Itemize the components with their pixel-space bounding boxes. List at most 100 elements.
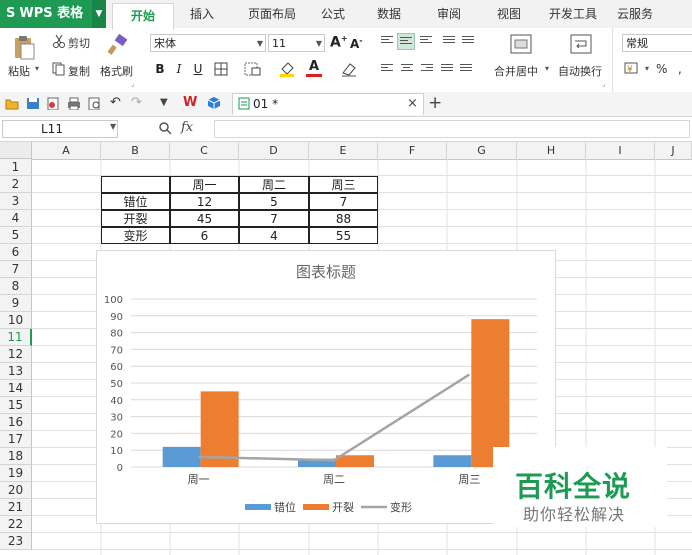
menu-tab-6[interactable]: 视图 [489, 0, 529, 28]
cut-button[interactable]: 剪切 [68, 35, 90, 51]
menu-tab-2[interactable]: 页面布局 [238, 0, 306, 28]
formula-input[interactable] [214, 120, 690, 138]
increase-indent-icon[interactable] [462, 36, 474, 46]
number-format-select[interactable]: 常规 [622, 34, 692, 52]
name-box-dropdown-icon[interactable]: ▼ [110, 122, 116, 131]
select-all-corner[interactable] [0, 142, 32, 159]
menu-tab-0[interactable]: 开始 [112, 3, 174, 30]
row-header-5[interactable]: 5 [0, 227, 32, 244]
print-icon[interactable] [67, 97, 81, 110]
currency-icon[interactable]: ¥ [624, 61, 642, 77]
row-header-18[interactable]: 18 [0, 448, 32, 465]
table-cell[interactable]: 12 [170, 193, 239, 210]
border-icon[interactable] [214, 62, 230, 76]
align-center-icon[interactable] [401, 64, 413, 74]
menu-tab-1[interactable]: 插入 [183, 0, 221, 28]
table-header-cell[interactable]: 周二 [239, 176, 309, 193]
align-left-icon[interactable] [381, 64, 393, 74]
underline-button[interactable]: U [190, 61, 206, 77]
row-header-8[interactable]: 8 [0, 278, 32, 295]
font-size-select[interactable]: 11 ▼ [268, 34, 325, 52]
table-cell[interactable]: 7 [309, 193, 378, 210]
row-header-17[interactable]: 17 [0, 431, 32, 448]
clear-format-icon[interactable] [340, 61, 358, 77]
row-header-20[interactable]: 20 [0, 482, 32, 499]
save-icon[interactable] [26, 97, 40, 110]
paste-dropdown-icon[interactable]: ▾ [35, 64, 39, 73]
row-header-13[interactable]: 13 [0, 363, 32, 380]
menu-tab-8[interactable]: 云服务 [612, 0, 658, 28]
copy-button[interactable]: 复制 [68, 63, 90, 79]
row-header-16[interactable]: 16 [0, 414, 32, 431]
row-header-14[interactable]: 14 [0, 380, 32, 397]
row-header-22[interactable]: 22 [0, 516, 32, 533]
table-cell[interactable]: 开裂 [101, 210, 170, 227]
table-cell[interactable]: 错位 [101, 193, 170, 210]
table-header-cell[interactable] [101, 176, 170, 193]
bold-button[interactable]: B [152, 61, 168, 77]
row-header-23[interactable]: 23 [0, 533, 32, 550]
wps-doc-logo-icon[interactable]: W [183, 95, 197, 110]
customize-dropdown-icon[interactable]: ▼ [160, 97, 168, 108]
column-header-F[interactable]: F [378, 142, 447, 159]
row-header-7[interactable]: 7 [0, 261, 32, 278]
print-preview-icon[interactable] [88, 97, 102, 110]
row-header-12[interactable]: 12 [0, 346, 32, 363]
merge-dropdown-icon[interactable]: ▾ [545, 64, 549, 73]
row-header-3[interactable]: 3 [0, 193, 32, 210]
wps-app-button[interactable]: S WPS 表格 [0, 0, 92, 28]
redo-icon[interactable]: ↷ [131, 95, 142, 110]
currency-dropdown-icon[interactable]: ▾ [645, 64, 649, 73]
justify-icon[interactable] [441, 64, 453, 74]
thousands-separator-icon[interactable]: , [678, 62, 682, 76]
menu-tab-3[interactable]: 公式 [313, 0, 353, 28]
close-tab-icon[interactable]: × [407, 96, 418, 111]
italic-button[interactable]: I [171, 61, 187, 77]
format-painter-button[interactable]: 格式刷 [100, 63, 133, 79]
name-box[interactable]: L11 [2, 120, 118, 138]
export-pdf-icon[interactable] [46, 97, 60, 110]
row-header-9[interactable]: 9 [0, 295, 32, 312]
row-header-1[interactable]: 1 [0, 159, 32, 176]
font-name-select[interactable]: 宋体 ▼ [150, 34, 266, 52]
alignment-dialog-icon[interactable]: ⌟ [602, 80, 605, 88]
undo-icon[interactable]: ↶ [110, 95, 121, 110]
paste-icon[interactable] [12, 34, 36, 60]
column-header-A[interactable]: A [32, 142, 101, 159]
increase-font-icon[interactable]: A+ [330, 34, 348, 51]
table-cell[interactable]: 88 [309, 210, 378, 227]
menu-tab-7[interactable]: 开发工具 [542, 0, 604, 28]
font-color-icon[interactable]: A [309, 59, 319, 74]
row-header-21[interactable]: 21 [0, 499, 32, 516]
table-cell[interactable]: 55 [309, 227, 378, 244]
table-cell[interactable]: 变形 [101, 227, 170, 244]
zoom-search-icon[interactable] [158, 121, 172, 135]
chart-container[interactable]: 图表标题 0 10 20 30 40 50 60 70 80 90 100 周一 周二 周三 错位 开裂 变形 [96, 250, 556, 524]
merge-center-button[interactable]: 合并居中 [494, 63, 538, 79]
paste-button[interactable]: 粘贴 [8, 63, 30, 79]
row-header-19[interactable]: 19 [0, 465, 32, 482]
menu-tab-5[interactable]: 审阅 [428, 0, 470, 28]
column-header-J[interactable]: J [655, 142, 692, 159]
cloud-cube-icon[interactable] [207, 96, 221, 110]
row-header-6[interactable]: 6 [0, 244, 32, 261]
percent-button[interactable]: % [656, 62, 667, 76]
table-cell[interactable]: 5 [239, 193, 309, 210]
wrap-text-button[interactable]: 自动换行 [558, 63, 602, 79]
decrease-font-icon[interactable]: A- [350, 36, 363, 51]
row-header-11[interactable]: 11 [0, 329, 32, 346]
column-header-G[interactable]: G [447, 142, 517, 159]
fill-color-icon[interactable] [278, 60, 298, 78]
column-header-E[interactable]: E [309, 142, 378, 159]
row-header-4[interactable]: 4 [0, 210, 32, 227]
column-header-B[interactable]: B [101, 142, 170, 159]
table-cell[interactable]: 45 [170, 210, 239, 227]
decrease-indent-icon[interactable] [443, 36, 455, 46]
align-bottom-icon[interactable] [420, 36, 432, 46]
column-header-D[interactable]: D [239, 142, 309, 159]
table-header-cell[interactable]: 周三 [309, 176, 378, 193]
cell-style-icon[interactable] [244, 62, 262, 76]
menu-tab-4[interactable]: 数据 [370, 0, 408, 28]
align-top-icon[interactable] [381, 36, 393, 46]
align-right-icon[interactable] [421, 64, 433, 74]
